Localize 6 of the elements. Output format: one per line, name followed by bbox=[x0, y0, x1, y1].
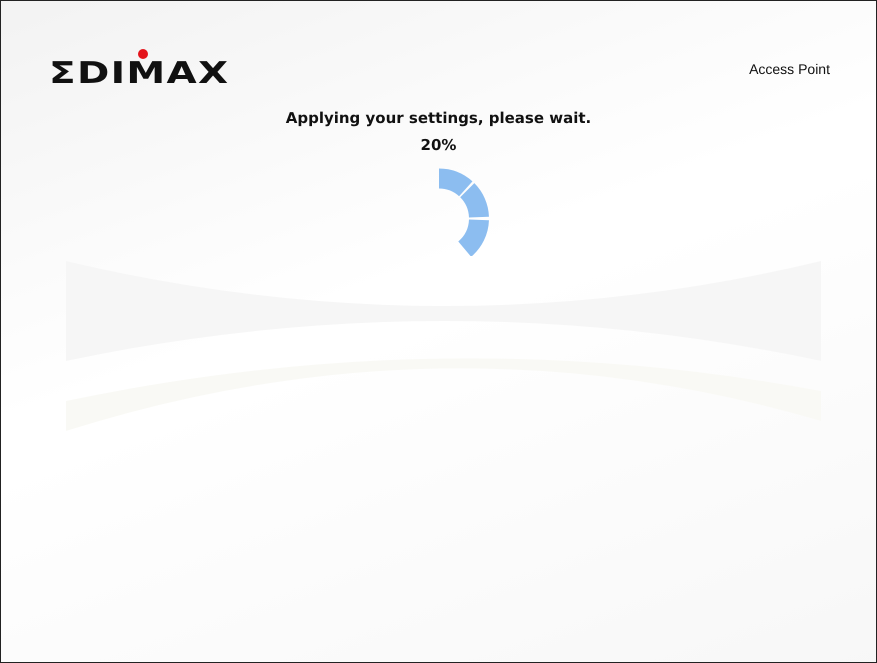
logo: ΣDIMAX bbox=[49, 59, 230, 89]
progress-percent: 20% bbox=[420, 136, 456, 154]
status-message: Applying your settings, please wait. bbox=[286, 109, 592, 127]
product-label: Access Point bbox=[749, 60, 830, 77]
spinner-icon bbox=[439, 168, 490, 256]
dot-icon bbox=[138, 49, 148, 59]
